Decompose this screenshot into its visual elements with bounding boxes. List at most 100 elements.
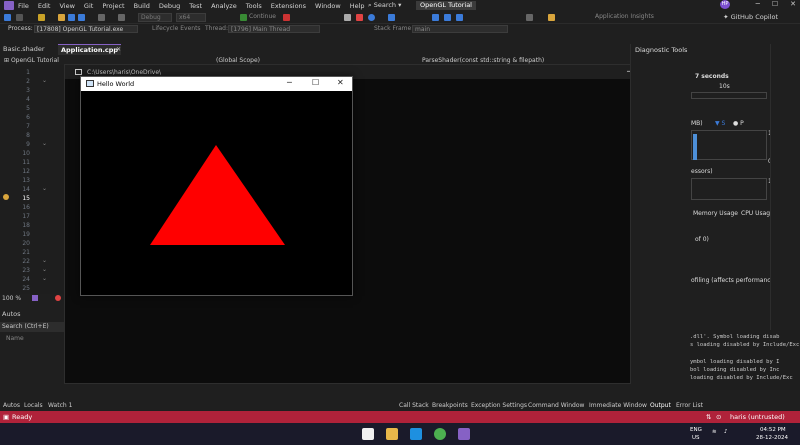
menu-build[interactable]: Build (134, 2, 150, 10)
git-icon[interactable]: ⊙ (716, 413, 721, 421)
menu-debug[interactable]: Debug (159, 2, 180, 10)
project-dropdown[interactable]: ⊞ OpenGL Tutorial (4, 57, 59, 64)
menu-window[interactable]: Window (315, 2, 341, 10)
new-project-icon[interactable] (38, 14, 45, 21)
output-line: bol loading disabled by Inc (690, 367, 780, 373)
show-next-statement-icon[interactable] (388, 14, 395, 21)
save-all-icon[interactable] (78, 14, 85, 21)
scope-dropdown[interactable]: (Global Scope) (216, 57, 260, 64)
lifecycle-events-button[interactable]: Lifecycle Events (152, 25, 201, 32)
step-out-icon[interactable] (456, 14, 463, 21)
step-over-icon[interactable] (444, 14, 451, 21)
hex-display-icon[interactable] (526, 14, 533, 21)
menu-git[interactable]: Git (84, 2, 93, 10)
tab-basic-shader[interactable]: Basic.shader (0, 44, 48, 55)
tab-watch[interactable]: Watch 1 (48, 402, 72, 409)
language[interactable]: ENG (690, 427, 702, 433)
menu-edit[interactable]: Edit (38, 2, 51, 10)
continue-button[interactable]: Continue (249, 13, 276, 20)
undo-icon[interactable] (98, 14, 105, 21)
clock-date[interactable]: 28-12-2024 (756, 435, 788, 441)
profiling-option[interactable]: ofiling (affects performance) (691, 277, 777, 284)
app-insights-button[interactable]: Application Insights (595, 13, 654, 20)
platform-dropdown[interactable]: x64 (176, 13, 206, 22)
menu-test[interactable]: Test (189, 2, 202, 10)
start-icon[interactable] (362, 428, 374, 440)
document-tabs: Basic.shader Application.cpp ✕ (0, 44, 632, 55)
collapse-icon[interactable]: ⌄ (42, 77, 47, 84)
hello-title-bar[interactable]: Hello World ─ ☐ ✕ (81, 77, 352, 91)
avatar[interactable]: HP (720, 0, 730, 9)
error-icon[interactable] (55, 295, 61, 301)
collapse-icon[interactable]: ⌄ (42, 185, 47, 192)
step-into-icon[interactable] (432, 14, 439, 21)
menu-analyze[interactable]: Analyze (211, 2, 237, 10)
line-number: 3 (26, 87, 30, 94)
process-dropdown[interactable]: [17808] OpenGL Tutorial.exe (34, 25, 138, 33)
stop-icon[interactable] (356, 14, 363, 21)
autos-search-input[interactable]: Search (Ctrl+E) (0, 322, 64, 332)
tab-call-stack[interactable]: Call Stack (399, 402, 429, 409)
hello-world-window[interactable]: Hello World ─ ☐ ✕ (80, 76, 353, 296)
tab-autos[interactable]: Autos (3, 402, 20, 409)
copilot-button[interactable]: ✦ GitHub Copilot (723, 13, 778, 21)
menu-project[interactable]: Project (102, 2, 124, 10)
function-dropdown[interactable]: ParseShader(const std::string & filepath… (422, 57, 544, 64)
debug-location-bar: Process: [17808] OpenGL Tutorial.exe Lif… (0, 24, 630, 35)
forward-icon[interactable] (16, 14, 23, 21)
search-button[interactable]: ⌕ Search ▾ (368, 0, 401, 10)
maximize-icon[interactable]: ☐ (772, 0, 778, 11)
config-dropdown[interactable]: Debug (138, 13, 172, 22)
clock-time[interactable]: 04:52 PM (760, 427, 786, 433)
tab-output[interactable]: Output (650, 402, 671, 409)
breakpoint-icon[interactable] (548, 14, 555, 21)
tab-error-list[interactable]: Error List (676, 402, 703, 409)
code-editor[interactable]: 1 2 3 4 5 6 7 8 9 10 11 12 13 14 15 16 1… (0, 65, 64, 294)
vscode-icon[interactable] (410, 428, 422, 440)
menu-tools[interactable]: Tools (246, 2, 262, 10)
volume-icon[interactable]: ♪ (724, 429, 728, 435)
continue-icon[interactable] (240, 14, 247, 21)
user-status[interactable]: haris (untrusted) (730, 413, 785, 421)
timeline-track[interactable] (691, 92, 767, 99)
menu-help[interactable]: Help (350, 2, 365, 10)
tab-breakpoints[interactable]: Breakpoints (432, 402, 468, 409)
visual-studio-icon[interactable] (458, 428, 470, 440)
file-explorer-icon[interactable] (386, 428, 398, 440)
tab-application-cpp[interactable]: Application.cpp (58, 44, 122, 55)
tab-immediate-window[interactable]: Immediate Window (589, 402, 647, 409)
minimize-icon[interactable]: ─ (287, 78, 292, 87)
menu-view[interactable]: View (59, 2, 74, 10)
tab-memory-usage[interactable]: Memory Usage (693, 210, 738, 217)
redo-icon[interactable] (118, 14, 125, 21)
collapse-icon[interactable]: ⌄ (42, 257, 47, 264)
restart-icon[interactable] (368, 14, 375, 21)
collapse-icon[interactable]: ⌄ (42, 266, 47, 273)
hot-reload-icon[interactable] (283, 14, 290, 21)
tab-locals[interactable]: Locals (24, 402, 43, 409)
tab-exception-settings[interactable]: Exception Settings (471, 402, 527, 409)
close-icon[interactable]: ✕ (790, 0, 796, 11)
menu-file[interactable]: File (18, 2, 29, 10)
close-icon[interactable]: ✕ (337, 78, 344, 87)
thread-dropdown[interactable]: [1796] Main Thread (228, 25, 320, 33)
tab-command-window[interactable]: Command Window (528, 402, 584, 409)
save-icon[interactable] (68, 14, 75, 21)
open-folder-icon[interactable] (58, 14, 65, 21)
tab-close-icon[interactable]: ✕ (116, 46, 121, 53)
stack-frame-dropdown[interactable]: main (412, 25, 508, 33)
pause-icon[interactable] (344, 14, 351, 21)
collapse-icon[interactable]: ⌄ (42, 140, 47, 147)
chrome-icon[interactable] (434, 428, 446, 440)
maximize-icon[interactable]: ☐ (312, 78, 319, 87)
minimize-icon[interactable]: ─ (756, 0, 760, 11)
lightbulb-icon[interactable] (3, 194, 9, 200)
collapse-icon[interactable]: ⌄ (42, 275, 47, 282)
back-icon[interactable] (4, 14, 11, 21)
copilot-status-icon[interactable] (32, 295, 38, 301)
menu-extensions[interactable]: Extensions (271, 2, 306, 10)
tab-cpu-usage[interactable]: CPU Usage (741, 210, 774, 217)
zoom-level[interactable]: 100 % (2, 295, 21, 302)
wifi-icon[interactable]: ≋ (712, 429, 717, 435)
notifications-icon[interactable]: ⇅ (706, 413, 711, 421)
